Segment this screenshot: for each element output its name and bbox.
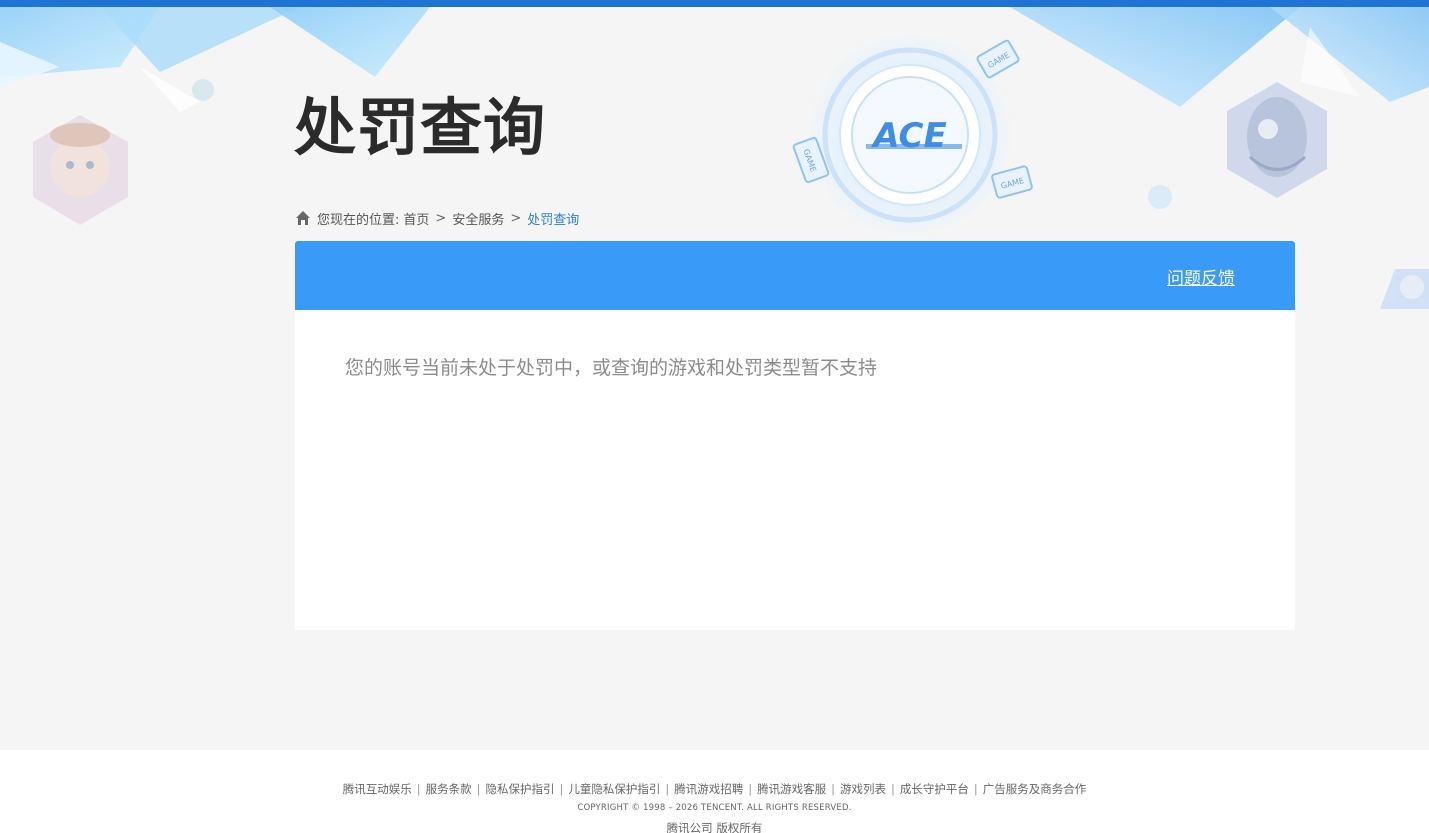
svg-text:GAME: GAME xyxy=(986,50,1011,70)
breadcrumb-prefix: 您现在的位置: xyxy=(317,212,400,228)
game-badge: GAME xyxy=(976,39,1020,79)
panel-header: 问题反馈 xyxy=(295,241,1295,310)
footer-divider: | xyxy=(973,782,978,796)
breadcrumb: 您现在的位置: 首页 > 安全服务 > 处罚查询 xyxy=(295,208,579,228)
edge-character xyxy=(1380,269,1429,309)
decor-triangle xyxy=(1010,7,1300,107)
svg-text:GAME: GAME xyxy=(1000,176,1025,191)
game-badge: GAME xyxy=(792,136,830,184)
footer-link-child-privacy[interactable]: 儿童隐私保护指引 xyxy=(568,782,660,796)
hexagon-character-right xyxy=(1227,82,1327,198)
home-icon xyxy=(296,211,310,225)
decor-triangle xyxy=(0,42,60,87)
top-accent-bar xyxy=(0,0,1429,7)
footer-link-games[interactable]: 游戏列表 xyxy=(840,782,886,796)
footer-copyright: COPYRIGHT © 1998 – 2026 TENCENT. ALL RIG… xyxy=(577,803,852,813)
footer-divider: | xyxy=(665,782,670,796)
breadcrumb-security-link[interactable]: 安全服务 xyxy=(452,209,504,228)
footer-link-terms[interactable]: 服务条款 xyxy=(426,782,472,796)
footer-divider: | xyxy=(831,782,835,796)
footer-link-jobs[interactable]: 腾讯游戏招聘 xyxy=(674,782,743,796)
game-badge: GAME xyxy=(991,165,1033,199)
breadcrumb-separator: > xyxy=(510,210,522,226)
feedback-link[interactable]: 问题反馈 xyxy=(1167,264,1235,289)
breadcrumb-home-link[interactable]: 首页 xyxy=(403,209,429,228)
decor-triangle xyxy=(1300,27,1360,97)
decor-triangle xyxy=(140,67,200,112)
decor-triangle xyxy=(1270,7,1429,102)
decor-triangle xyxy=(270,7,430,77)
footer-divider: | xyxy=(416,782,421,796)
footer-link-ieg[interactable]: 腾讯互动娱乐 xyxy=(343,782,412,796)
decor-bubble xyxy=(1148,185,1172,209)
result-panel: 问题反馈 您的账号当前未处于处罚中，或查询的游戏和处罚类型暂不支持 xyxy=(295,241,1295,630)
decor-bubble xyxy=(192,79,214,101)
ace-logo-text: ACE xyxy=(870,116,946,156)
footer-link-guardian[interactable]: 成长守护平台 xyxy=(900,782,969,796)
footer-divider: | xyxy=(748,782,753,796)
footer-company: 腾讯公司 版权所有 xyxy=(666,821,763,833)
footer-link-privacy[interactable]: 隐私保护指引 xyxy=(486,782,555,796)
page: ACE GAME GAME GAME 处罚查询 您现在的位置: 首页 > 安全服… xyxy=(0,0,1429,833)
ace-logo-icon: ACE xyxy=(805,30,1015,240)
footer-divider: | xyxy=(559,782,564,796)
breadcrumb-current: 处罚查询 xyxy=(527,212,580,228)
footer-divider: | xyxy=(891,782,895,796)
page-title: 处罚查询 xyxy=(294,91,547,164)
footer-link-support[interactable]: 腾讯游戏客服 xyxy=(757,782,826,796)
breadcrumb-separator: > xyxy=(435,210,447,226)
decor-triangle xyxy=(0,7,160,77)
result-message: 您的账号当前未处于处罚中，或查询的游戏和处罚类型暂不支持 xyxy=(345,357,878,379)
hexagon-character-left xyxy=(33,115,128,225)
footer-link-ads[interactable]: 广告服务及商务合作 xyxy=(983,782,1087,796)
footer-links: 腾讯互动娱乐 | 服务条款 | 隐私保护指引 | 儿童隐私保护指引 | 腾讯游戏招聘 | 腾讯游戏客… xyxy=(0,781,1429,797)
footer-divider: | xyxy=(476,782,481,796)
decor-triangle xyxy=(100,7,300,72)
footer: 腾讯互动娱乐 | 服务条款 | 隐私保护指引 | 儿童隐私保护指引 | 腾讯游戏招聘 | 腾讯游戏客… xyxy=(0,750,1429,833)
svg-text:GAME: GAME xyxy=(801,148,818,173)
